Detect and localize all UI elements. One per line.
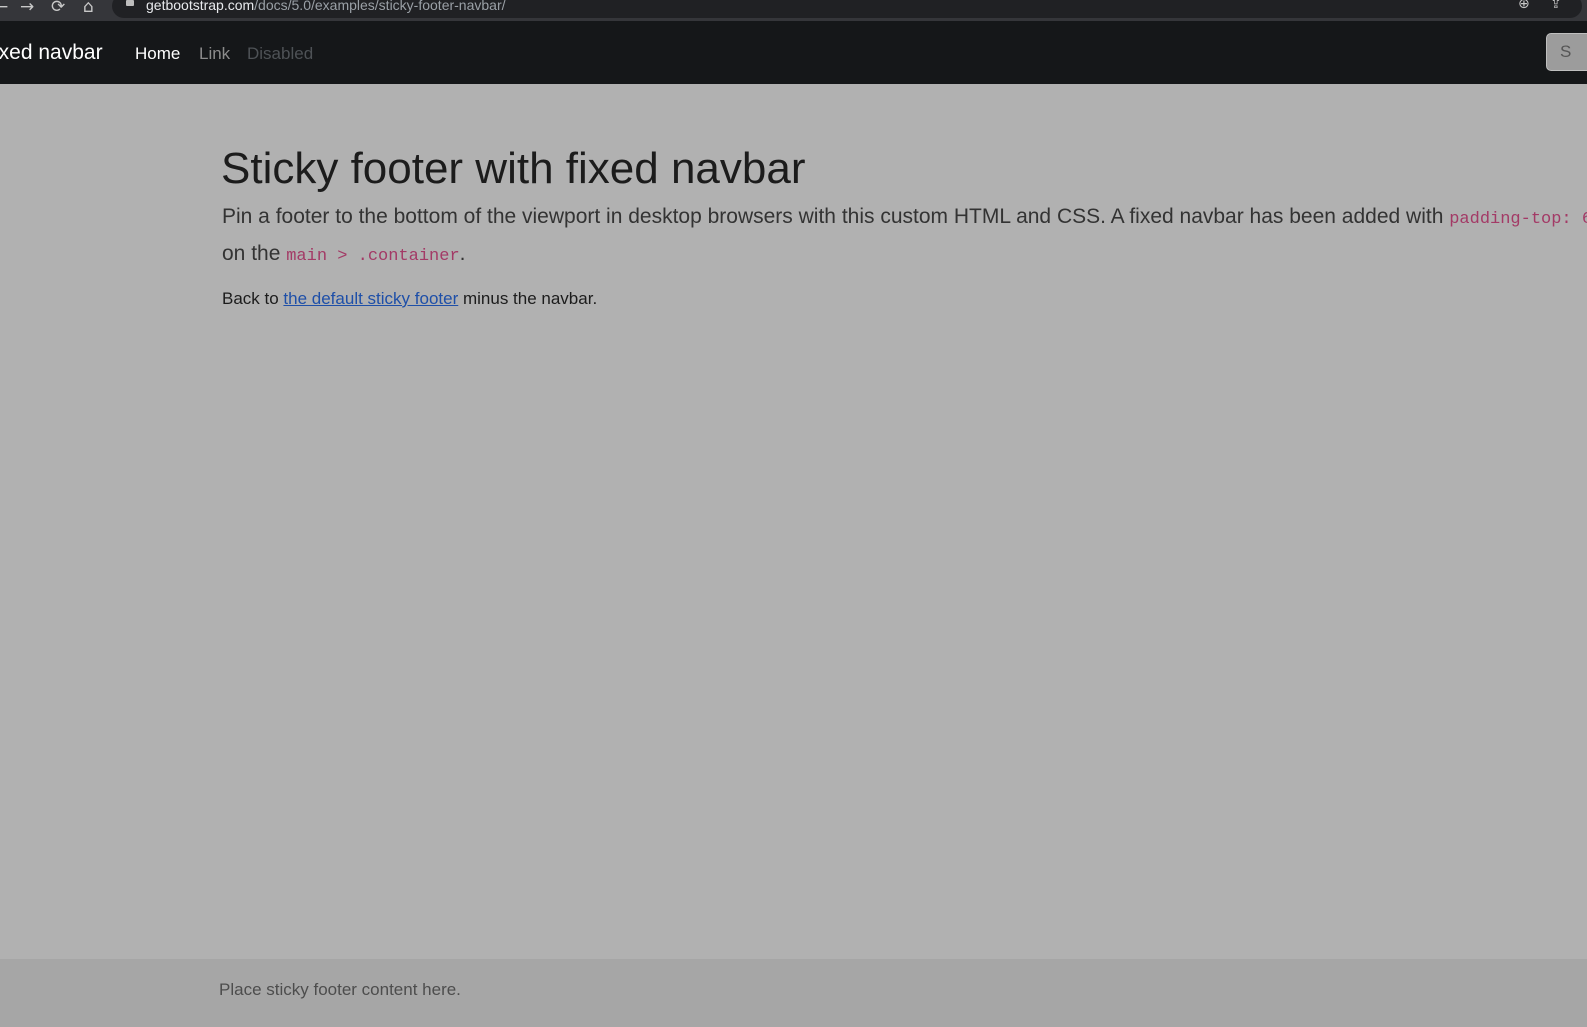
lead-text-2: on the xyxy=(222,242,287,265)
back-arrow-icon[interactable]: ← xyxy=(0,0,8,17)
forward-arrow-icon[interactable]: → xyxy=(20,0,34,17)
nav-link-link[interactable]: Link xyxy=(199,43,230,65)
top-navbar: ixed navbar Home Link Disabled S xyxy=(0,21,1587,84)
reload-icon[interactable]: ⟳ xyxy=(51,0,65,17)
sticky-footer: Place sticky footer content here. xyxy=(0,959,1587,1027)
share-icon[interactable]: ⇪ xyxy=(1550,0,1562,12)
navbar-brand[interactable]: ixed navbar xyxy=(0,40,103,66)
code-main-container: main > .container xyxy=(286,247,460,266)
lead-text-1: Pin a footer to the bottom of the viewpo… xyxy=(222,205,1450,228)
nav-link-disabled: Disabled xyxy=(247,44,314,63)
lead-paragraph: Pin a footer to the bottom of the viewpo… xyxy=(222,200,1587,274)
home-icon[interactable]: ⌂ xyxy=(83,0,94,17)
zoom-icon[interactable]: ⊕ xyxy=(1518,0,1530,12)
browser-toolbar: ← → ⟳ ⌂ getbootstrap.com/docs/5.0/exampl… xyxy=(0,0,1587,21)
back-prefix: Back to xyxy=(222,289,284,308)
search-input[interactable]: S xyxy=(1546,33,1587,71)
footer-text: Place sticky footer content here. xyxy=(219,980,461,999)
page-title: Sticky footer with fixed navbar xyxy=(221,144,806,193)
lead-line-1: Pin a footer to the bottom of the viewpo… xyxy=(222,200,1587,237)
url-domain: getbootstrap.com xyxy=(146,0,255,13)
lead-line-2: on the main > .container. xyxy=(222,237,1587,274)
lead-text-3: . xyxy=(459,242,466,265)
url-path: /docs/5.0/examples/sticky-footer-navbar/ xyxy=(254,0,506,13)
lock-icon[interactable] xyxy=(126,0,134,6)
code-padding-top: padding-top: 6 xyxy=(1449,210,1587,229)
back-suffix: minus the navbar. xyxy=(458,289,598,308)
url-text[interactable]: getbootstrap.com/docs/5.0/examples/stick… xyxy=(146,0,506,14)
nav-link-home[interactable]: Home xyxy=(135,43,180,65)
back-paragraph: Back to the default sticky footer minus … xyxy=(222,287,597,311)
default-sticky-footer-link[interactable]: the default sticky footer xyxy=(283,289,458,308)
